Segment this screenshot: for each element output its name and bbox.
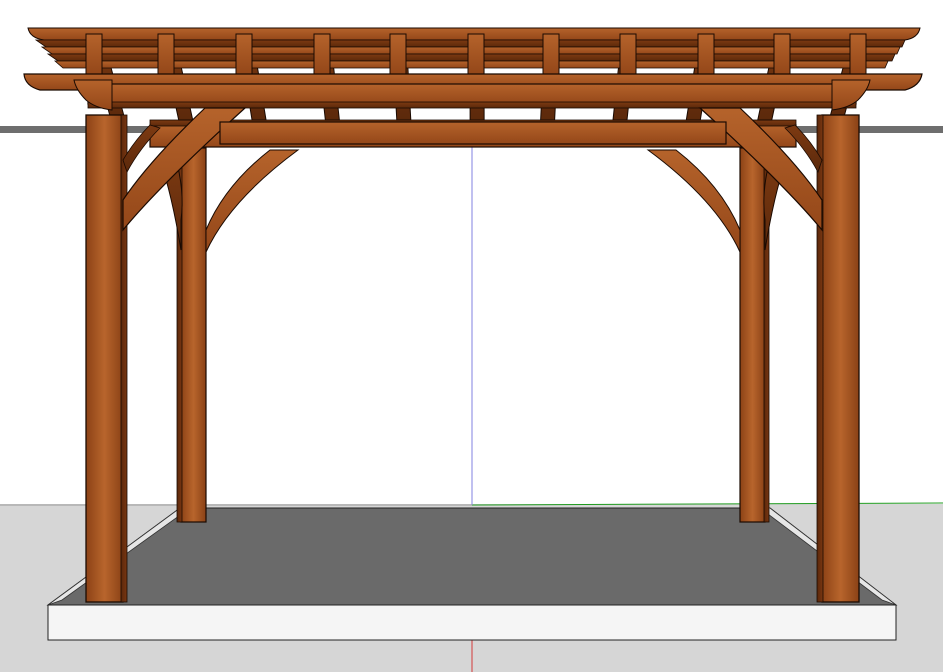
slab-front-face xyxy=(47,604,897,641)
modeling-viewport[interactable] xyxy=(0,0,943,672)
rafter-tail xyxy=(235,33,253,75)
rafter-tail xyxy=(619,33,637,75)
front-tie-beam[interactable] xyxy=(219,121,727,145)
rafter-tail xyxy=(85,33,103,75)
rafter-tail xyxy=(849,33,867,75)
front-right-post[interactable] xyxy=(816,114,860,603)
front-top-beam[interactable] xyxy=(23,73,923,111)
rafter-tail xyxy=(697,33,715,75)
3d-scene[interactable] xyxy=(0,0,943,672)
slab-top-face xyxy=(46,507,898,606)
rafter-tail xyxy=(389,33,407,75)
rafter-tail xyxy=(773,33,791,75)
rafter-tail xyxy=(157,33,175,75)
front-left-post[interactable] xyxy=(85,114,128,603)
rafter-tail xyxy=(313,33,331,75)
concrete-slab[interactable] xyxy=(46,507,898,641)
rafter-tail xyxy=(542,33,560,75)
rafter-tail xyxy=(467,33,485,75)
